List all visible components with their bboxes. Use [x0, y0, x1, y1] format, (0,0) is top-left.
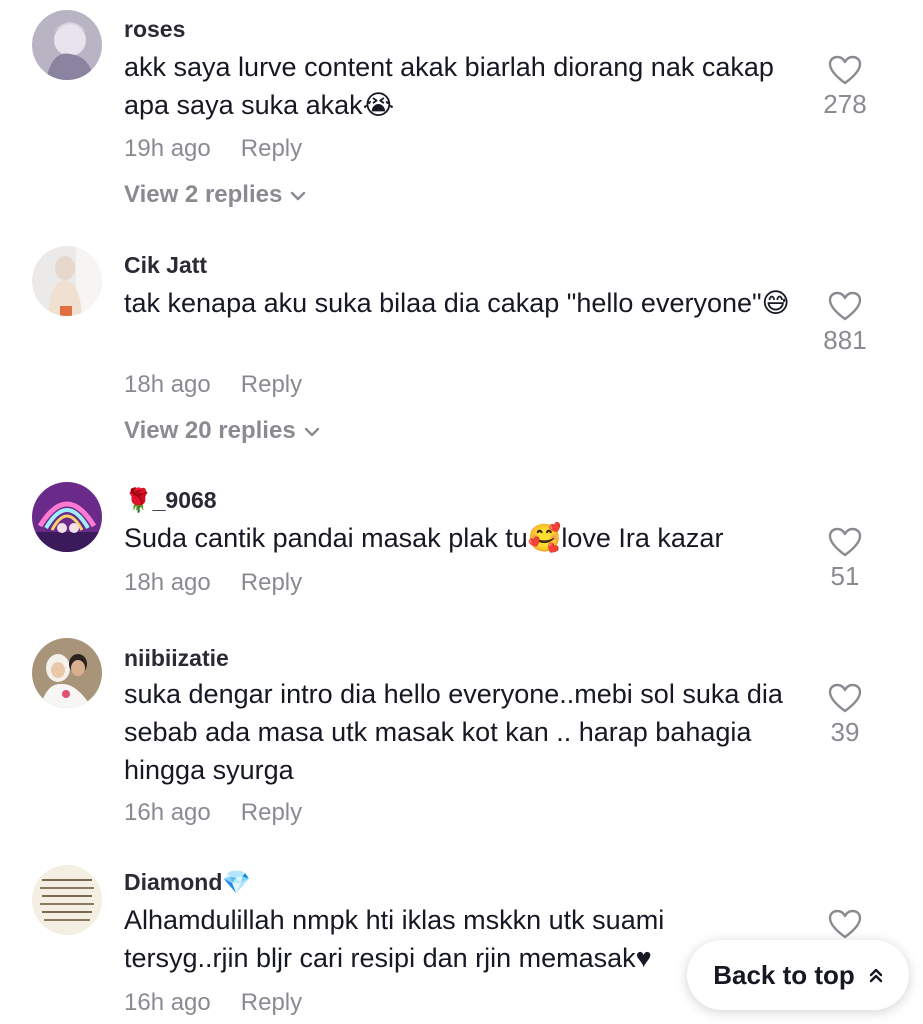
username[interactable]: Diamond💎: [124, 869, 251, 896]
like-count: 51: [830, 561, 860, 591]
heart-outline-icon: [828, 55, 862, 85]
like-button[interactable]: [810, 909, 880, 939]
back-to-top-button[interactable]: Back to top: [687, 940, 909, 1010]
avatar[interactable]: [32, 865, 102, 935]
avatar[interactable]: [32, 246, 102, 316]
comment-text: suka dengar intro dia hello everyone..me…: [124, 679, 783, 785]
avatar[interactable]: [32, 10, 102, 80]
comment-meta: 16h ago Reply: [124, 799, 302, 827]
timestamp: 18h ago: [124, 371, 211, 398]
reply-button[interactable]: Reply: [241, 371, 302, 398]
like-count: 881: [823, 325, 867, 355]
like-button[interactable]: 51: [810, 527, 880, 592]
chevron-down-icon: [304, 427, 319, 436]
like-button[interactable]: 278: [810, 55, 880, 120]
comment-meta: 19h ago Reply: [124, 135, 302, 163]
reply-button[interactable]: Reply: [241, 799, 302, 826]
view-replies-button[interactable]: View 2 replies: [124, 181, 306, 209]
like-button[interactable]: 39: [810, 683, 880, 748]
comment-text: Alhamdulillah nmpk hti iklas mskkn utk s…: [124, 905, 665, 973]
heart-outline-icon: [828, 909, 862, 939]
timestamp: 18h ago: [124, 569, 211, 596]
avatar[interactable]: [32, 638, 102, 708]
heart-outline-icon: [828, 527, 862, 557]
username[interactable]: 🌹_9068: [124, 487, 217, 514]
reply-button[interactable]: Reply: [241, 135, 302, 162]
view-replies-label: View 20 replies: [124, 417, 296, 444]
back-to-top-label: Back to top: [713, 959, 855, 990]
avatar[interactable]: [32, 482, 102, 552]
comment-text: akk saya lurve content akak biarlah dior…: [124, 52, 774, 120]
chevron-down-icon: [291, 191, 306, 200]
like-count: 278: [823, 89, 867, 119]
view-replies-button[interactable]: View 20 replies: [124, 417, 320, 445]
reply-button[interactable]: Reply: [241, 569, 302, 596]
username[interactable]: niibiizatie: [124, 645, 229, 672]
view-replies-label: View 2 replies: [124, 181, 283, 208]
username[interactable]: Cik Jatt: [124, 252, 207, 279]
comment-meta: 18h ago Reply: [124, 569, 302, 597]
like-count: 39: [830, 717, 860, 747]
heart-outline-icon: [828, 683, 862, 713]
comment-item: roses akk saya lurve content akak biarla…: [0, 0, 923, 230]
like-button[interactable]: 881: [810, 291, 880, 356]
timestamp: 16h ago: [124, 989, 211, 1016]
timestamp: 19h ago: [124, 135, 211, 162]
comment-meta: 18h ago Reply: [124, 371, 302, 399]
reply-button[interactable]: Reply: [241, 989, 302, 1016]
comment-meta: 16h ago Reply: [124, 989, 302, 1017]
username[interactable]: roses: [124, 16, 185, 43]
heart-outline-icon: [828, 291, 862, 321]
double-chevron-up-icon: [869, 968, 882, 983]
comment-text: Suda cantik pandai masak plak tu🥰love Ir…: [124, 523, 724, 553]
comment-text: tak kenapa aku suka bilaa dia cakap "hel…: [124, 288, 790, 318]
timestamp: 16h ago: [124, 799, 211, 826]
